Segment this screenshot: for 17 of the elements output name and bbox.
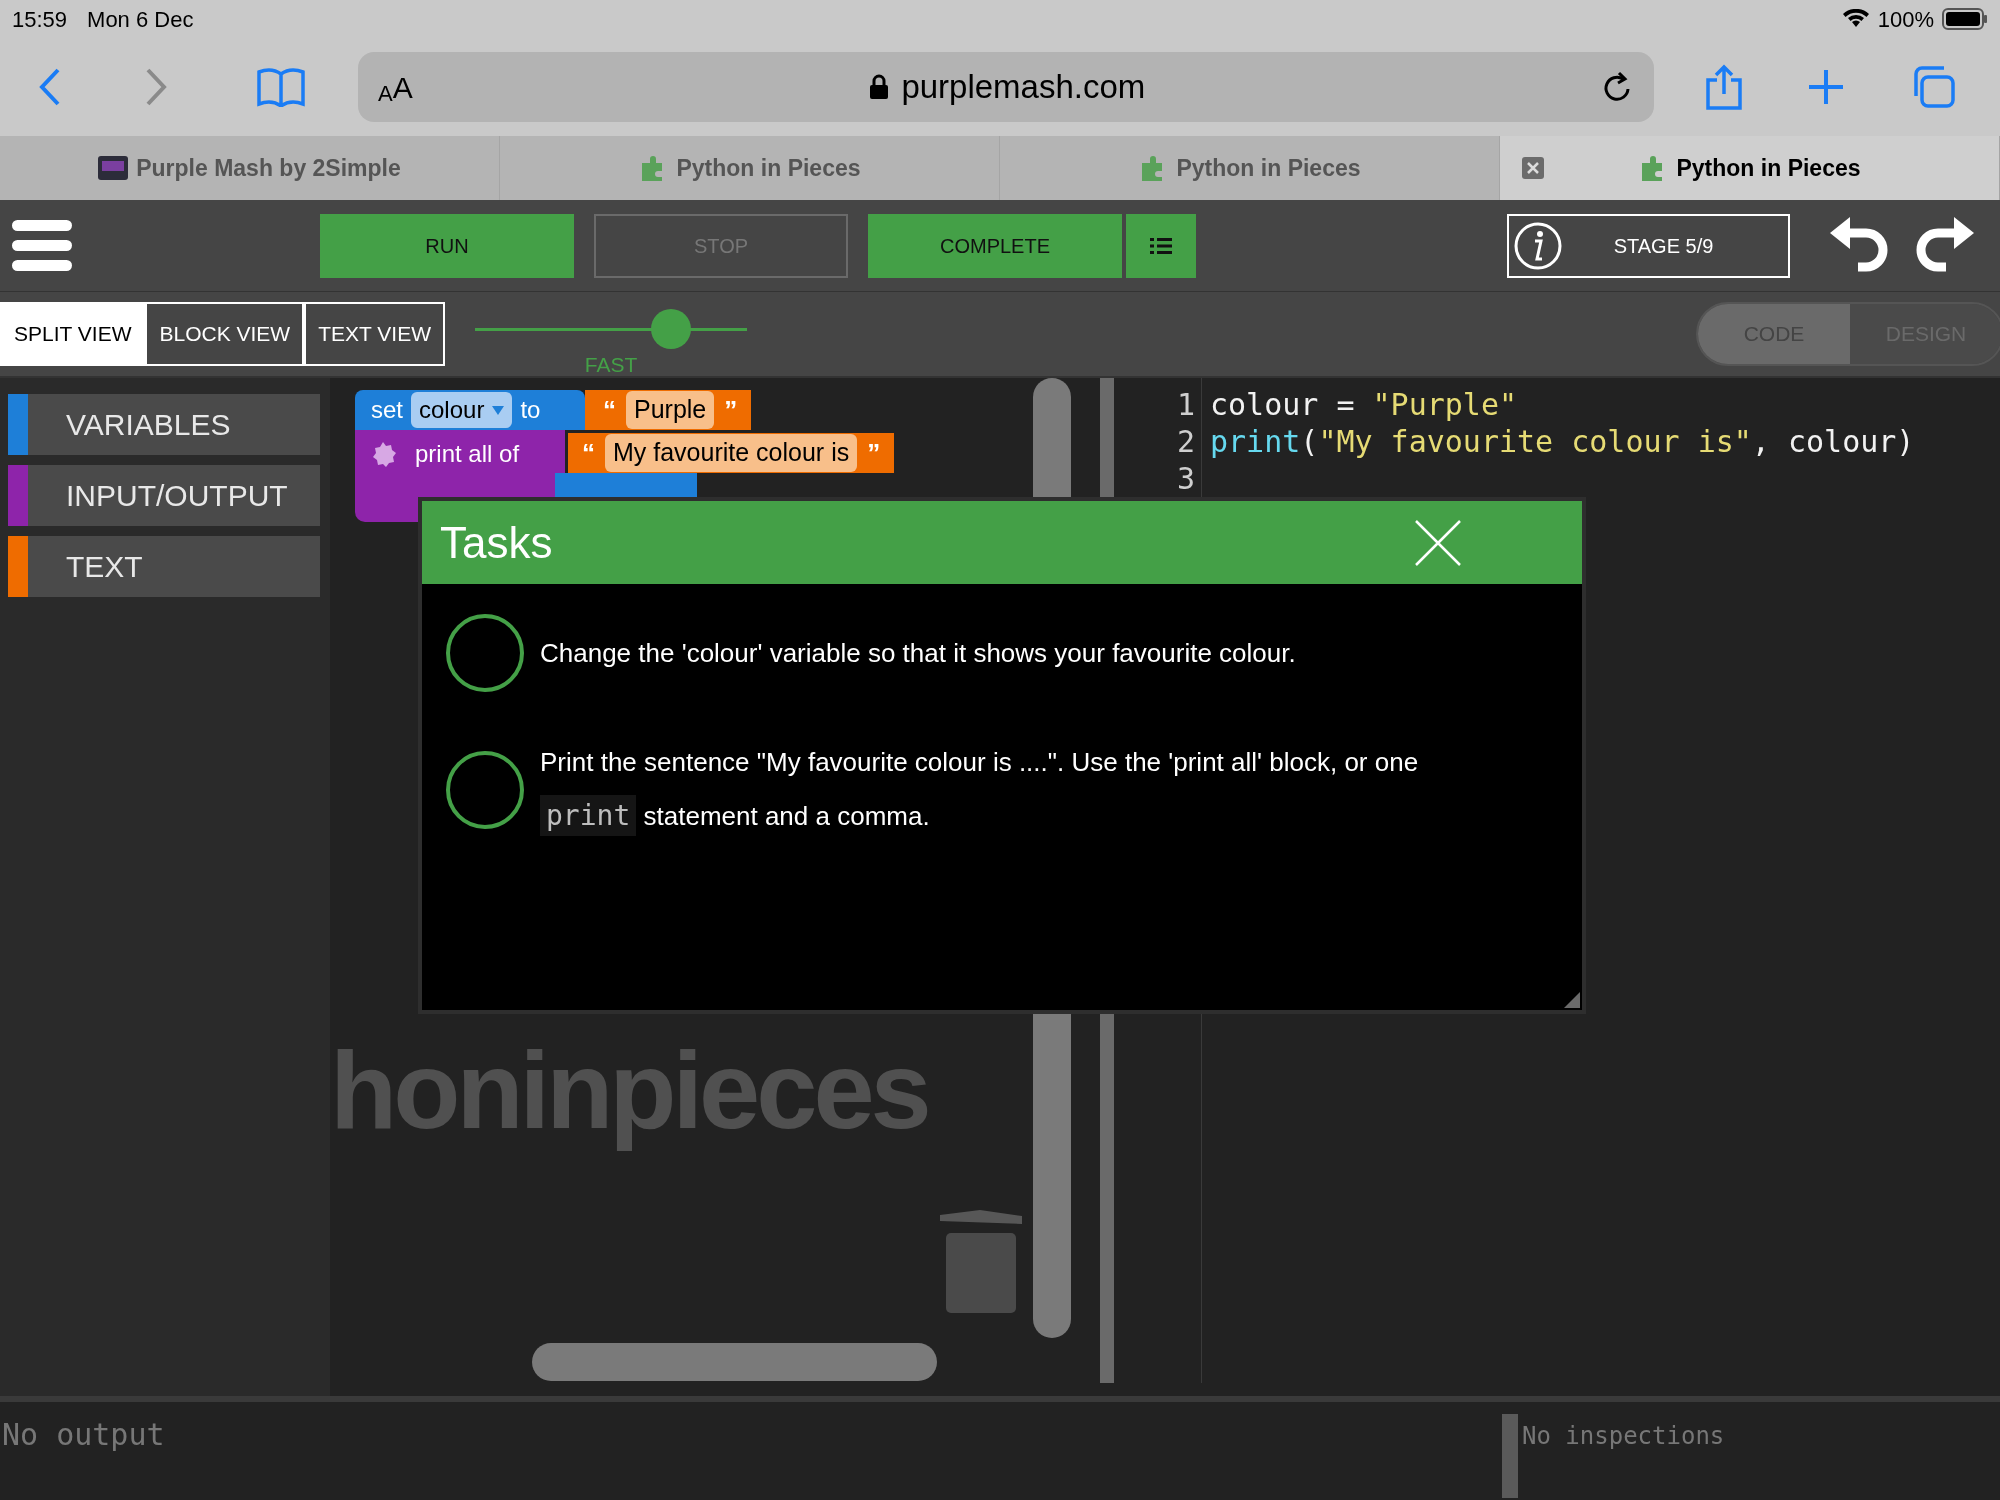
- line-number: 3: [1176, 460, 1195, 497]
- code-line: print("My favourite colour is", colour): [1210, 424, 1915, 459]
- tab-title: Python in Pieces: [1676, 153, 1861, 183]
- date-text: Mon 6 Dec: [87, 5, 194, 34]
- battery-percent: 100%: [1877, 5, 1934, 34]
- tab-title: Python in Pieces: [1176, 153, 1361, 183]
- task-text: Print the sentence "My favourite colour is ....". Use the 'print all' block, or one print statement and a comma.: [540, 736, 1500, 843]
- line-number: 1: [1176, 386, 1195, 423]
- speed-label: FAST: [584, 352, 638, 379]
- tab-title: Python in Pieces: [676, 153, 861, 183]
- line-number: 2: [1176, 423, 1195, 460]
- code-line: colour = "Purple": [1210, 387, 1518, 422]
- clock-time: 15:59: [12, 5, 68, 34]
- task-text: Change the 'colour' variable so that it shows your favourite colour.: [540, 636, 1297, 670]
- url-text: purplemash.com: [901, 67, 1146, 108]
- stage-text: STAGE 5/9: [1612, 233, 1715, 259]
- tab-title: Purple Mash by 2Simple: [136, 153, 401, 183]
